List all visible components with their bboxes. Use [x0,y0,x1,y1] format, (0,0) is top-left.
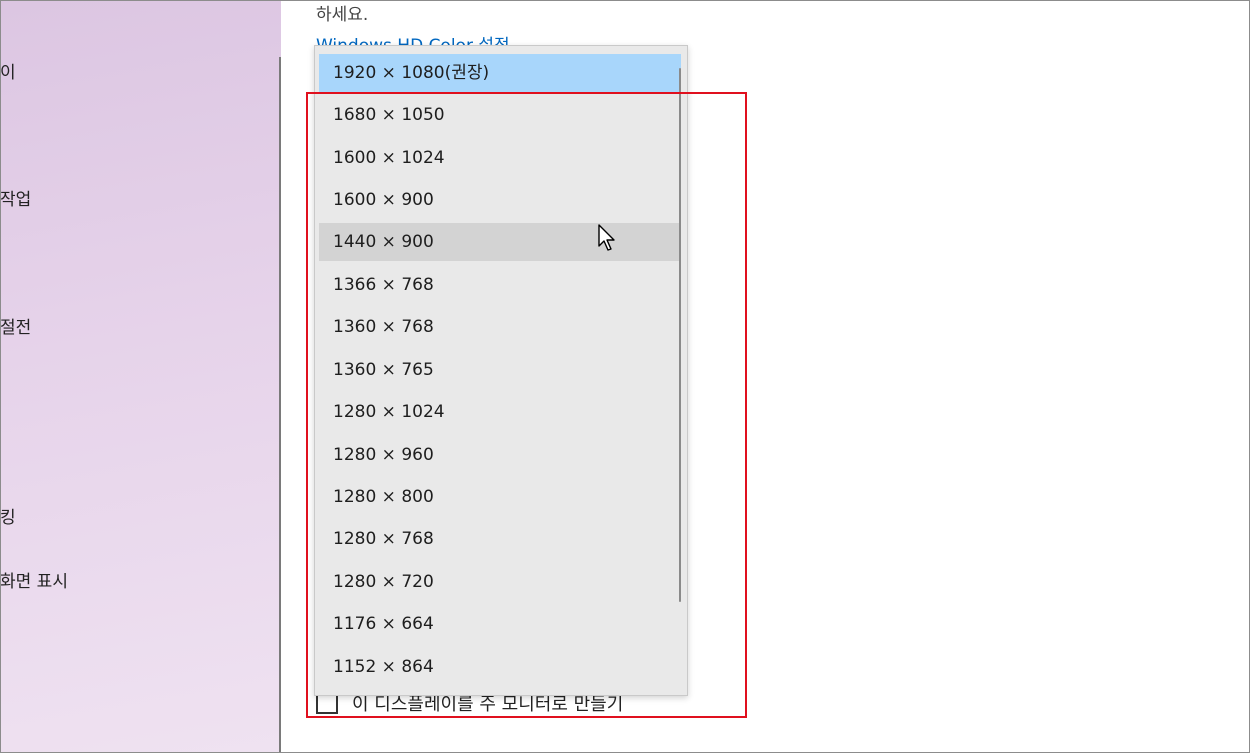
screenshot-frame [0,0,1250,753]
